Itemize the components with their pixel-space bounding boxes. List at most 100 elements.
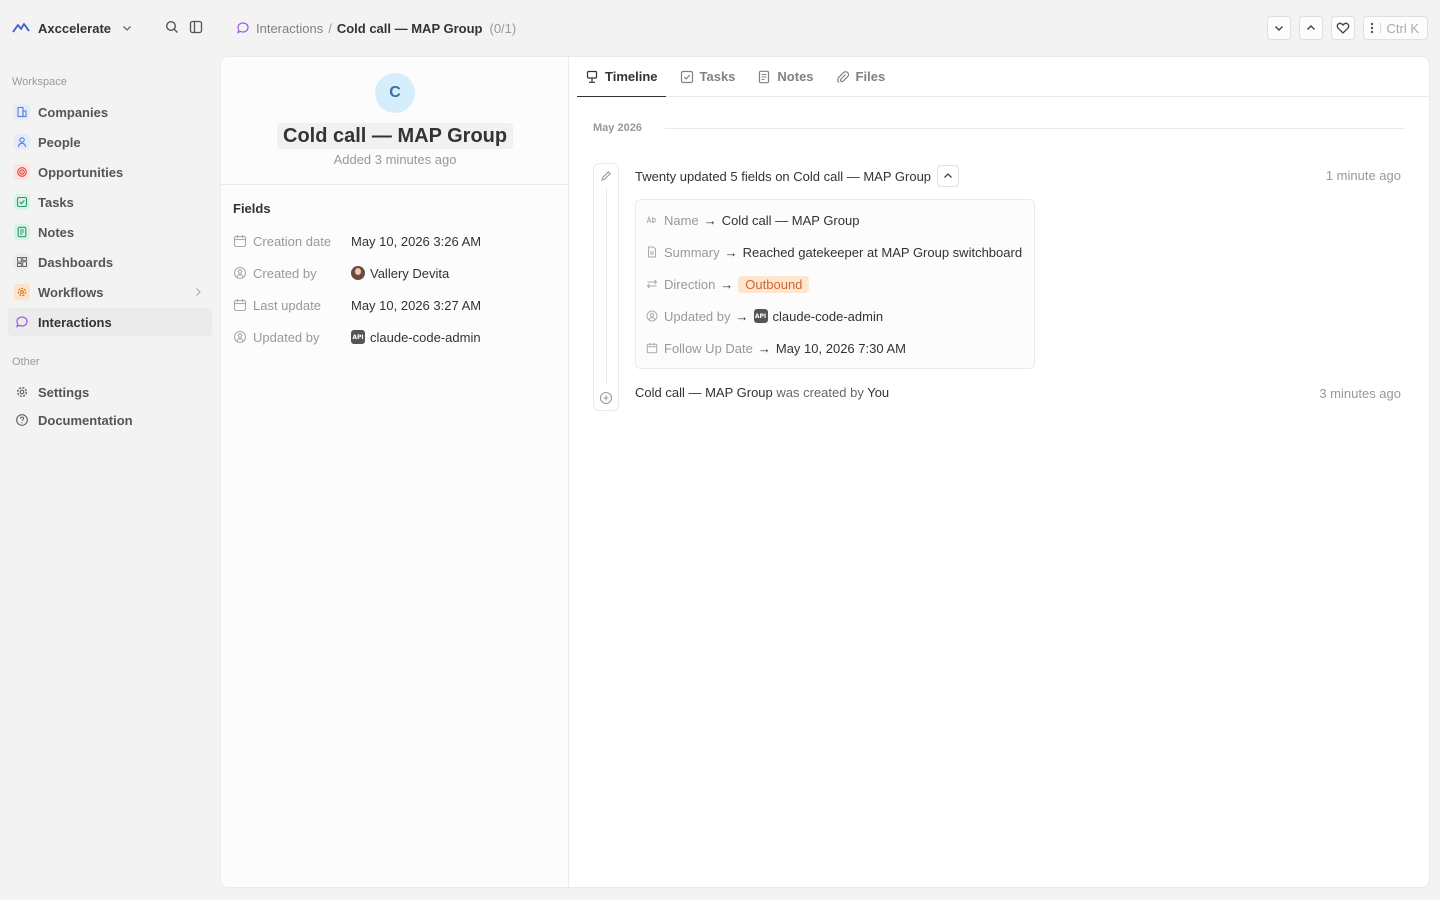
change-label: Name bbox=[664, 212, 699, 228]
change-row-updated-by: Updated by → API claude-code-admin bbox=[646, 306, 1028, 326]
arrow-icon: → bbox=[735, 308, 749, 324]
sidebar-item-opportunities[interactable]: Opportunities bbox=[8, 158, 212, 186]
help-circle-icon bbox=[14, 412, 30, 428]
record-title[interactable]: Cold call — MAP Group bbox=[277, 123, 514, 149]
gear-icon bbox=[14, 384, 30, 400]
sidebar-item-tasks[interactable]: Tasks bbox=[8, 188, 212, 216]
arrow-icon: → bbox=[720, 276, 734, 292]
field-value-person[interactable]: Vallery Devita bbox=[351, 266, 449, 281]
record-actions: Ctrl K bbox=[1266, 16, 1428, 40]
user-circle-icon bbox=[233, 330, 247, 344]
event-timestamp: 3 minutes ago bbox=[1319, 386, 1401, 401]
field-value: May 10, 2026 3:27 AM bbox=[351, 297, 482, 313]
next-record-button[interactable] bbox=[1266, 16, 1291, 40]
sidebar-item-notes[interactable]: Notes bbox=[8, 218, 212, 246]
tab-label: Files bbox=[855, 69, 886, 84]
chevron-down-icon bbox=[1274, 26, 1283, 31]
timeline-connector bbox=[606, 187, 607, 385]
field-last-update: Last update May 10, 2026 3:27 AM bbox=[233, 293, 563, 317]
change-value: May 10, 2026 7:30 AM bbox=[775, 340, 906, 356]
notes-icon bbox=[759, 70, 770, 83]
calendar-clock-icon bbox=[233, 299, 247, 312]
notes-icon bbox=[14, 224, 30, 240]
arrow-icon: → bbox=[703, 212, 717, 228]
tab-label: Notes bbox=[777, 69, 814, 84]
sidebar-item-label: Interactions bbox=[38, 314, 112, 330]
sidebar-item-interactions[interactable]: Interactions bbox=[8, 308, 212, 336]
divider bbox=[1379, 22, 1381, 34]
sidebar-item-companies[interactable]: Companies bbox=[8, 98, 212, 126]
avatar bbox=[351, 266, 365, 280]
sidebar-section-other: Other bbox=[12, 356, 40, 368]
command-menu-button[interactable]: Ctrl K bbox=[1362, 16, 1428, 40]
field-value: May 10, 2026 3:26 AM bbox=[351, 233, 482, 249]
change-label: Follow Up Date bbox=[664, 340, 753, 356]
sidebar-item-label: Workflows bbox=[38, 284, 104, 300]
checkbox-icon bbox=[680, 70, 693, 83]
text-field-icon bbox=[646, 215, 656, 224]
field-label: Creation date bbox=[253, 233, 332, 249]
sidebar-item-label: Notes bbox=[38, 224, 75, 240]
event-subject-link[interactable]: Cold call — MAP Group bbox=[635, 385, 773, 400]
field-value-person[interactable]: API claude-code-admin bbox=[351, 330, 481, 345]
api-badge-icon: API bbox=[753, 309, 768, 323]
breadcrumb-parent-link[interactable]: Interactions bbox=[256, 21, 323, 36]
workspace-switcher[interactable]: Axccelerate bbox=[12, 17, 133, 39]
heart-icon bbox=[1336, 22, 1349, 34]
change-row-follow-up-date: Follow Up Date → May 10, 2026 7:30 AM bbox=[646, 338, 1028, 358]
search-button[interactable] bbox=[164, 19, 180, 35]
collapse-sidebar-button[interactable] bbox=[188, 19, 204, 35]
sidebar-item-people[interactable]: People bbox=[8, 128, 212, 156]
sidebar-toggle-icon bbox=[189, 20, 203, 34]
user-circle-icon bbox=[233, 266, 247, 280]
timeline-icon bbox=[586, 70, 598, 83]
tab-timeline[interactable]: Timeline bbox=[577, 57, 666, 97]
pencil-icon bbox=[599, 169, 613, 183]
tab-files[interactable]: Files bbox=[828, 57, 894, 96]
change-row-name: Name → Cold call — MAP Group bbox=[646, 210, 1028, 230]
search-icon bbox=[165, 20, 178, 33]
change-row-direction: Direction → Outbound bbox=[646, 274, 1028, 294]
checkbox-icon bbox=[14, 194, 30, 210]
tab-tasks[interactable]: Tasks bbox=[672, 57, 744, 96]
field-label: Updated by bbox=[253, 329, 320, 345]
sidebar-item-documentation[interactable]: Documentation bbox=[8, 406, 212, 434]
breadcrumb-current: Cold call — MAP Group bbox=[336, 20, 483, 36]
message-icon bbox=[14, 314, 30, 330]
user-icon bbox=[14, 134, 30, 150]
divider bbox=[665, 128, 1405, 129]
sidebar-item-label: Settings bbox=[38, 384, 90, 400]
previous-record-button[interactable] bbox=[1298, 16, 1323, 40]
change-value-person: API claude-code-admin bbox=[753, 309, 883, 324]
sidebar-item-workflows[interactable]: Workflows bbox=[8, 278, 212, 306]
file-text-icon bbox=[648, 246, 656, 258]
user-circle-icon bbox=[646, 310, 658, 322]
building-icon bbox=[14, 104, 30, 120]
event-timestamp: 1 minute ago bbox=[1325, 168, 1401, 183]
sidebar-item-label: Opportunities bbox=[38, 164, 124, 180]
record-tabs: Timeline Tasks Notes Files bbox=[577, 57, 1429, 97]
field-created-by: Created by Vallery Devita bbox=[233, 261, 563, 285]
record-panel: C Cold call — MAP Group Added 3 minutes … bbox=[220, 56, 1430, 888]
settings-automation-icon bbox=[14, 284, 30, 300]
record-summary: C Cold call — MAP Group Added 3 minutes … bbox=[221, 57, 569, 887]
avatar[interactable]: C bbox=[375, 73, 415, 113]
favorite-button[interactable] bbox=[1330, 16, 1355, 40]
tab-notes[interactable]: Notes bbox=[749, 57, 821, 96]
fields-heading: Fields bbox=[233, 201, 271, 216]
sidebar-item-settings[interactable]: Settings bbox=[8, 378, 212, 406]
workspace-logo-icon bbox=[12, 23, 30, 33]
command-shortcut-label: Ctrl K bbox=[1386, 20, 1420, 36]
collapse-details-button[interactable] bbox=[937, 165, 960, 187]
sidebar-item-dashboards[interactable]: Dashboards bbox=[8, 248, 212, 276]
arrow-icon: → bbox=[724, 244, 738, 260]
chevron-up-icon bbox=[1306, 25, 1315, 30]
change-value: Reached gatekeeper at MAP Group switchbo… bbox=[742, 244, 1023, 260]
api-badge-icon: API bbox=[351, 330, 365, 344]
calendar-icon bbox=[233, 235, 247, 248]
chevron-down-icon bbox=[123, 26, 131, 31]
sidebar-item-label: People bbox=[38, 134, 81, 150]
field-label: Created by bbox=[253, 265, 317, 281]
change-value: Cold call — MAP Group bbox=[721, 212, 860, 228]
arrows-left-right-icon bbox=[646, 279, 658, 289]
